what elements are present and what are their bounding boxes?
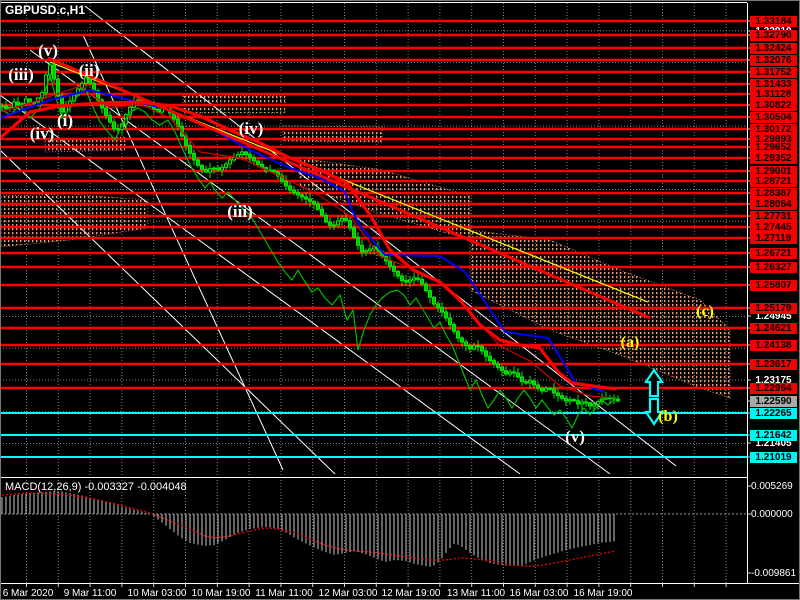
price-axis[interactable] [747, 0, 800, 583]
macd-pane[interactable] [0, 477, 747, 583]
chart-plot-area[interactable] [0, 0, 747, 477]
time-axis[interactable] [0, 583, 800, 600]
chart-window: GBPUSD.c,H1 MACD(12,26,9) -0.003327 -0.0… [0, 0, 800, 600]
